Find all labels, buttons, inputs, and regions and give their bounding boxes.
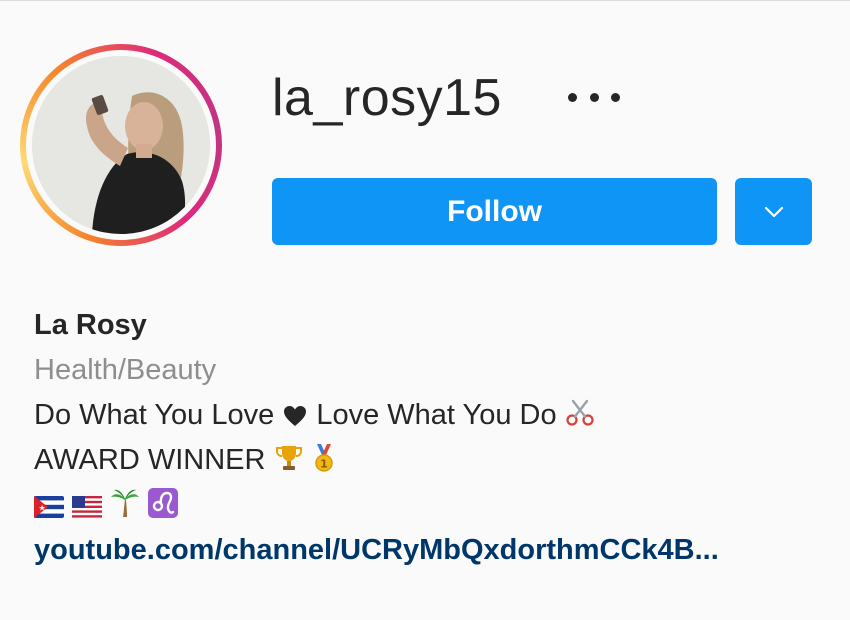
bio-text: Love What You Do <box>316 399 557 431</box>
svg-text:1: 1 <box>320 458 328 471</box>
avatar-photo <box>32 56 210 234</box>
usa-flag-icon <box>72 496 103 518</box>
profile-external-link[interactable]: youtube.com/channel/UCRyMbQxdorthmCCk4B.… <box>34 528 719 573</box>
ellipsis-dot <box>611 92 620 102</box>
bio-line-1: Do What You Love Love What You Do <box>34 393 824 438</box>
avatar-story-ring[interactable] <box>20 44 222 246</box>
profile-page: la_rosy15 Follow La Rosy Health/Beauty D… <box>0 0 850 620</box>
palm-tree-icon <box>111 489 140 517</box>
bio-text: Do What You Love <box>34 399 275 431</box>
bio-line-emojis: ★ <box>34 483 824 528</box>
scissors-icon <box>566 399 594 426</box>
suggested-accounts-dropdown-button[interactable] <box>735 178 812 245</box>
gold-medal-icon: 1 <box>314 444 333 472</box>
trophy-icon <box>275 446 302 470</box>
follow-button[interactable]: Follow <box>272 178 717 245</box>
ellipsis-icon[interactable] <box>568 83 620 111</box>
avatar <box>32 56 210 234</box>
black-heart-icon <box>284 406 307 426</box>
leo-icon <box>148 488 179 518</box>
profile-category: Health/Beauty <box>34 354 217 386</box>
cuba-flag-icon: ★ <box>34 496 64 518</box>
display-name: La Rosy <box>34 309 147 341</box>
bio-link-line: youtube.com/channel/UCRyMbQxdorthmCCk4B.… <box>34 528 824 573</box>
avatar-ring-gap <box>26 50 216 240</box>
ellipsis-dot <box>589 92 599 102</box>
svg-text:★: ★ <box>39 504 46 513</box>
bio-line-2: AWARD WINNER 1 <box>34 438 824 483</box>
bio-text: AWARD WINNER <box>34 444 266 476</box>
profile-bio: La Rosy Health/Beauty Do What You Love L… <box>34 303 824 573</box>
ellipsis-dot <box>568 92 577 102</box>
chevron-down-icon <box>764 206 783 217</box>
profile-username: la_rosy15 <box>272 69 502 127</box>
